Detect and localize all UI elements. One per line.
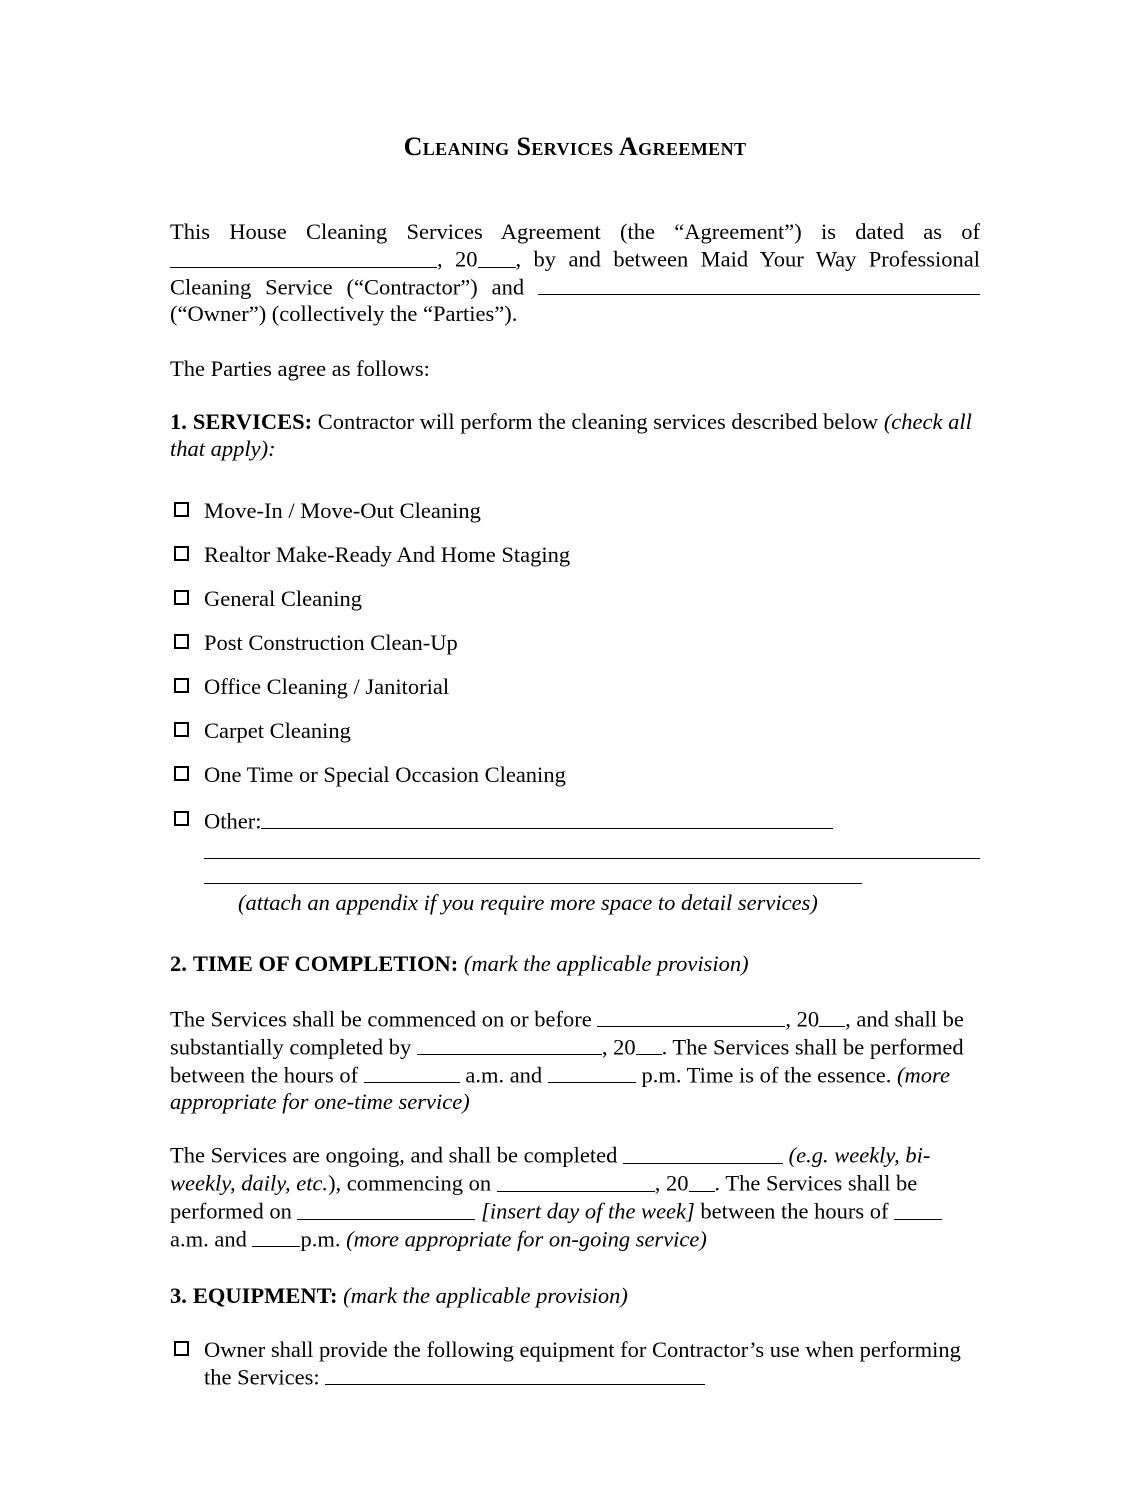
equipment-option-owner-provides[interactable]: Owner shall provide the following equipm… xyxy=(170,1337,980,1391)
checklist-item-one-time-special[interactable]: One Time or Special Occasion Cleaning xyxy=(170,762,980,789)
section-2-heading: 2. TIME OF COMPLETION: (mark the applicab… xyxy=(170,951,980,978)
ongoing-start-hour-blank[interactable] xyxy=(894,1197,943,1220)
checklist-item-label: Other: xyxy=(204,807,262,833)
section-3-name: EQUIPMENT: xyxy=(192,1282,338,1308)
s2b-text-f: a.m. and xyxy=(170,1226,247,1252)
equipment-item-text: Owner shall provide the following equipm… xyxy=(204,1336,961,1362)
section-1-body: Contractor will perform the cleaning ser… xyxy=(317,409,879,435)
intro-paragraph: This House Cleaning Services Agreement (… xyxy=(170,219,980,328)
other-service-blank-line-3[interactable] xyxy=(204,883,862,885)
other-service-blank-line-2[interactable] xyxy=(204,858,980,860)
checkbox-icon[interactable] xyxy=(174,634,192,653)
s2b-text-b: ), commencing on xyxy=(328,1170,492,1196)
s2-text-b: , 20 xyxy=(785,1006,820,1032)
checklist-item-post-construction[interactable]: Post Construction Clean-Up xyxy=(170,630,980,657)
intro-text-b: , 20 xyxy=(437,246,478,272)
s2b-text-g: p.m. xyxy=(300,1226,341,1252)
checkbox-icon[interactable] xyxy=(174,722,192,741)
checklist-item-carpet-cleaning[interactable]: Carpet Cleaning xyxy=(170,718,980,745)
checklist-item-realtor-make-ready[interactable]: Realtor Make-Ready And Home Staging xyxy=(170,542,980,569)
day-of-week-blank[interactable] xyxy=(297,1197,476,1220)
checklist-item-label: General Cleaning xyxy=(204,586,363,612)
s2b-text-e: between the hours of xyxy=(700,1198,889,1224)
checkbox-icon[interactable] xyxy=(174,766,192,785)
page-title: Cleaning Services Agreement xyxy=(403,132,747,161)
substantial-completion-date-blank[interactable] xyxy=(416,1033,602,1056)
checkbox-icon[interactable] xyxy=(174,590,192,609)
checklist-item-other[interactable]: Other: xyxy=(170,807,980,835)
section-2-name: TIME OF COMPLETION: xyxy=(192,951,459,977)
equipment-item-continuation: the Services: xyxy=(204,1363,980,1391)
checklist-item-label: Office Cleaning / Janitorial xyxy=(204,674,450,700)
checkbox-icon[interactable] xyxy=(174,1340,192,1359)
s2-text-a: The Services shall be commenced on or be… xyxy=(170,1006,592,1032)
agreement-year-blank[interactable] xyxy=(477,245,516,268)
end-hour-pm-blank[interactable] xyxy=(547,1061,636,1084)
services-checklist: Move-In / Move-Out Cleaning Realtor Make… xyxy=(170,498,980,834)
checklist-item-label: Post Construction Clean-Up xyxy=(204,630,458,656)
document-page: Cleaning Services Agreement This House C… xyxy=(0,0,1148,1485)
section-3-note: (mark the applicable provision) xyxy=(343,1282,628,1308)
s2-text-g: p.m. Time is of the essence. xyxy=(641,1062,892,1088)
substantial-completion-year-blank[interactable] xyxy=(635,1033,662,1056)
ongoing-start-date-blank[interactable] xyxy=(496,1169,655,1192)
section-3-heading: 3. EQUIPMENT: (mark the applicable provis… xyxy=(170,1283,980,1310)
checklist-item-label: Carpet Cleaning xyxy=(204,718,351,744)
agreement-date-blank[interactable] xyxy=(170,245,437,268)
checklist-item-office-janitorial[interactable]: Office Cleaning / Janitorial xyxy=(170,674,980,701)
section-1-name: SERVICES: xyxy=(192,409,313,435)
s2-text-d: , 20 xyxy=(601,1034,636,1060)
checkbox-icon[interactable] xyxy=(174,546,192,565)
checkbox-icon[interactable] xyxy=(174,810,192,829)
checklist-item-label: Move-In / Move-Out Cleaning xyxy=(204,498,481,524)
parties-agree-line: The Parties agree as follows: xyxy=(170,355,430,381)
document-content: Cleaning Services Agreement This House C… xyxy=(170,0,980,1391)
time-completion-ongoing-paragraph: The Services are ongoing, and shall be c… xyxy=(170,1141,980,1253)
checklist-item-general-cleaning[interactable]: General Cleaning xyxy=(170,586,980,613)
s2b-text-a: The Services are ongoing, and shall be c… xyxy=(170,1142,618,1168)
frequency-blank[interactable] xyxy=(622,1141,783,1164)
equipment-list-blank[interactable] xyxy=(325,1363,706,1386)
appendix-note: (attach an appendix if you require more … xyxy=(238,890,818,916)
ongoing-end-hour-blank[interactable] xyxy=(252,1225,301,1248)
s2b-note-2: [insert day of the week] xyxy=(481,1198,695,1224)
section-3-number: 3. xyxy=(170,1282,187,1308)
intro-text-d: (“Owner”) (collectively the “Parties”). xyxy=(170,300,518,326)
owner-name-blank[interactable] xyxy=(538,273,980,296)
commence-date-blank[interactable] xyxy=(597,1005,786,1028)
intro-text-a: This House Cleaning Services Agreement (… xyxy=(170,218,980,244)
commence-year-blank[interactable] xyxy=(819,1005,846,1028)
start-hour-am-blank[interactable] xyxy=(363,1061,460,1084)
time-completion-onetime-paragraph: The Services shall be commenced on or be… xyxy=(170,1005,980,1115)
section-1-heading: 1. SERVICES: Contractor will perform the … xyxy=(170,409,980,462)
checkbox-icon[interactable] xyxy=(174,678,192,697)
s2b-text-c: , 20 xyxy=(654,1170,689,1196)
section-2-note: (mark the applicable provision) xyxy=(463,951,749,977)
other-service-blank[interactable] xyxy=(261,807,834,829)
checklist-item-label: Realtor Make-Ready And Home Staging xyxy=(204,542,571,568)
s2-text-f: a.m. and xyxy=(465,1062,543,1088)
ongoing-start-year-blank[interactable] xyxy=(688,1169,715,1192)
section-1-number: 1. xyxy=(170,409,187,435)
equipment-item-text-2: the Services: xyxy=(204,1364,320,1390)
checklist-item-move-in-out[interactable]: Move-In / Move-Out Cleaning xyxy=(170,498,980,525)
s2b-note-3: (more appropriate for on-going service) xyxy=(346,1226,707,1252)
section-2-number: 2. xyxy=(170,951,187,977)
checkbox-icon[interactable] xyxy=(174,502,192,521)
checklist-item-label: One Time or Special Occasion Cleaning xyxy=(204,762,566,788)
